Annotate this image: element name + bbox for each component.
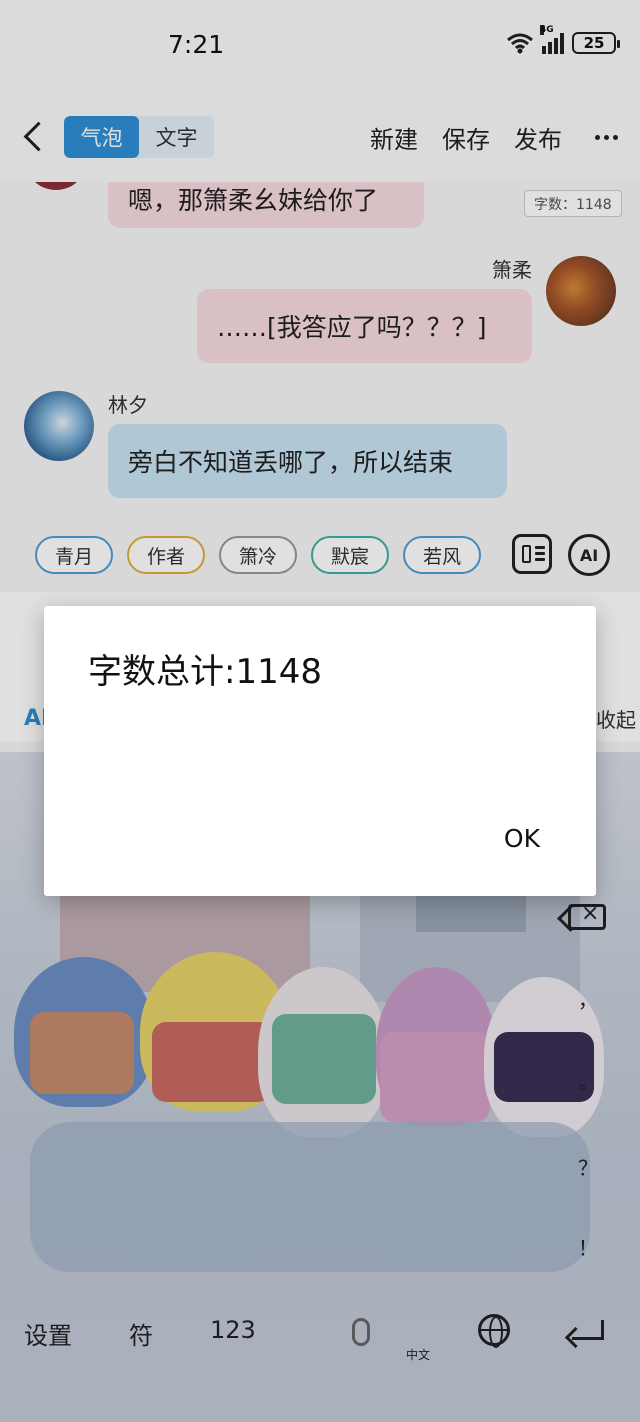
word-count-dialog: 字数总计:1148 OK (44, 606, 596, 896)
ok-button[interactable]: OK (504, 824, 540, 853)
dialog-title: 字数总计:1148 (88, 652, 322, 692)
